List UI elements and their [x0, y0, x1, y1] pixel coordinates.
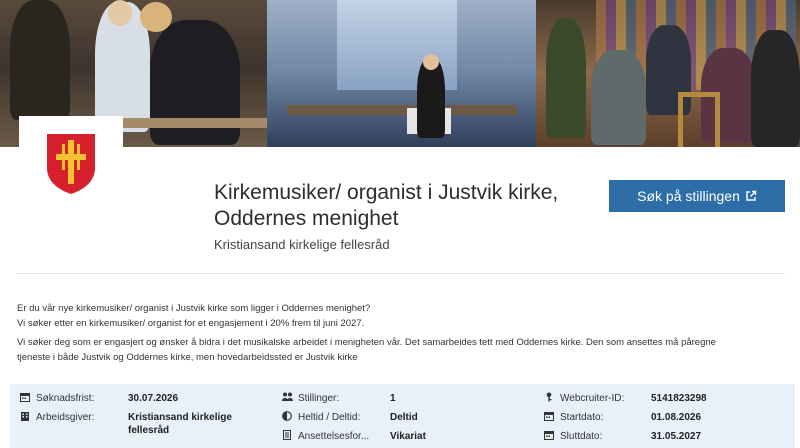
info-ansettelsesform: Ansettelsesfor... [282, 430, 369, 444]
external-link-icon [746, 190, 757, 201]
info-label: Ansettelsesfor... [298, 431, 370, 442]
description-intro: Er du vår nye kirkemusiker/ organist i J… [17, 302, 787, 331]
info-sluttdato-value: 31.05.2027 [651, 431, 702, 442]
info-arbeidsgiver-value: Kristiansand kirkelige fellesråd [128, 412, 232, 436]
info-label: Søknadsfrist: [36, 393, 95, 404]
document-icon [282, 430, 294, 444]
info-webcruiter-value: 5141823298 [651, 393, 707, 404]
calendar-icon [20, 392, 32, 406]
description-details: Vi søker deg som er engasjert og ønsker … [17, 336, 787, 365]
job-title-line1: Kirkemusiker/ organist i Justvik kirke, [214, 181, 559, 204]
info-webcruiter: Webcruiter-ID: [544, 392, 624, 406]
info-soknadsfrist-value: 30.07.2026 [128, 393, 179, 404]
info-label: Startdato: [560, 412, 604, 423]
employer-name: Kristiansand kirkelige fellesråd [214, 237, 390, 252]
key-icon [544, 392, 556, 406]
banner-photo-group [536, 0, 800, 147]
info-label: Stillinger: [298, 393, 340, 404]
description-line: Er du vår nye kirkemusiker/ organist i J… [17, 303, 371, 314]
description-line: Vi søker deg som er engasjert og ønsker … [17, 337, 716, 348]
info-heltid-value: Deltid [390, 412, 418, 423]
info-startdato-value: 01.08.2026 [651, 412, 702, 423]
apply-button[interactable]: Søk på stillingen [609, 180, 785, 212]
description-line: Vi søker etter en kirkemusiker/ organist… [17, 317, 365, 329]
calendar-icon [544, 430, 556, 444]
description-line: tjeneste i både Justvik og Oddernes kirk… [17, 351, 358, 363]
people-icon [282, 392, 294, 406]
info-heltid: Heltid / Deltid: [282, 411, 360, 425]
job-title-line2: Oddernes menighet [214, 207, 399, 230]
job-info-panel: Søknadsfrist: 30.07.2026 Arbeidsgiver: K… [10, 384, 795, 448]
calendar-icon [544, 411, 556, 425]
employer-logo [19, 116, 123, 212]
info-stillinger-value: 1 [390, 393, 396, 404]
job-title: Kirkemusiker/ organist i Justvik kirke, … [214, 180, 604, 232]
banner-photo-church [267, 0, 536, 147]
info-sluttdato: Sluttdato: [544, 430, 602, 444]
header-divider [17, 273, 785, 274]
info-label: Webcruiter-ID: [560, 393, 625, 404]
info-stillinger: Stillinger: [282, 392, 339, 406]
info-label: Heltid / Deltid: [298, 412, 361, 423]
info-soknadsfrist: Søknadsfrist: [20, 392, 94, 406]
info-startdato: Startdato: [544, 411, 603, 425]
info-label: Arbeidsgiver: [36, 412, 95, 423]
info-label: Sluttdato: [560, 431, 603, 442]
half-circle-icon [282, 411, 294, 425]
info-arbeidsgiver: Arbeidsgiver: [20, 411, 94, 425]
info-ansettelsesform-value: Vikariat [390, 431, 426, 442]
apply-button-label: Søk på stillingen [637, 188, 740, 204]
building-icon [20, 411, 32, 425]
church-shield-icon [47, 134, 95, 194]
